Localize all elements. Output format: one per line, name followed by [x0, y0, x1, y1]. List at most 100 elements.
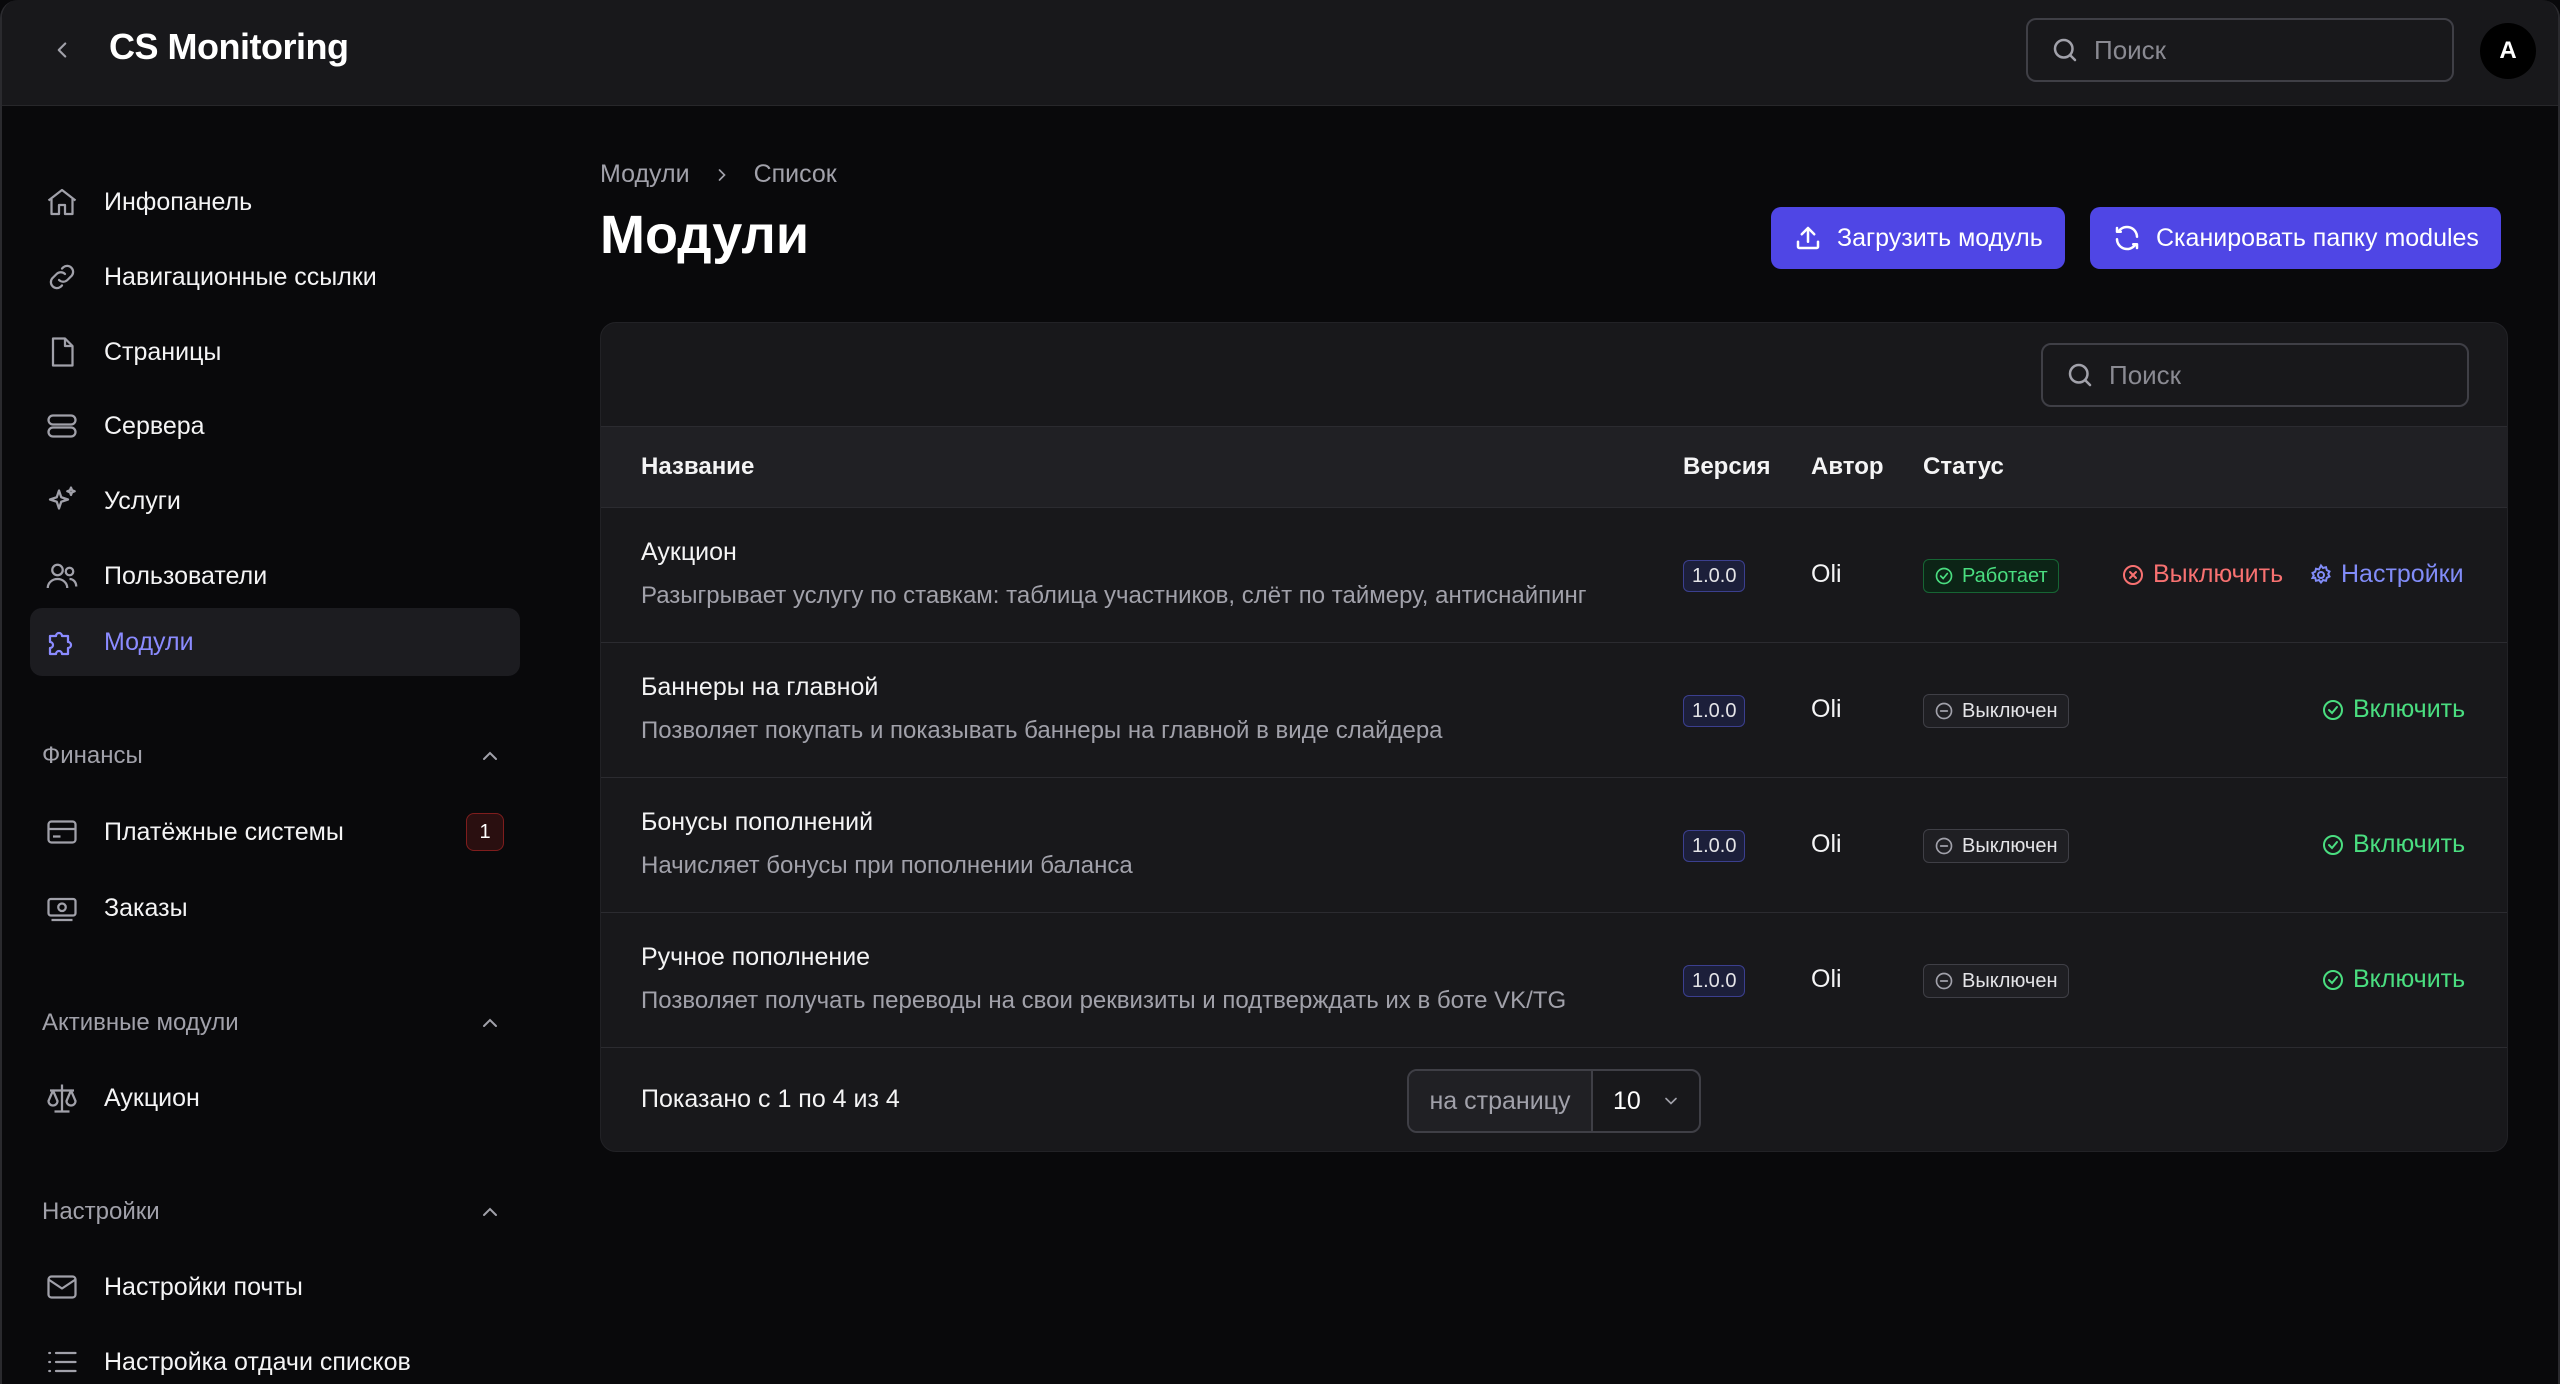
breadcrumb-list: Список: [753, 160, 837, 188]
version-badge: 1.0.0: [1683, 965, 1746, 997]
check-circle-icon: [2321, 833, 2345, 857]
sidebar-item-label: Настройки почты: [104, 1272, 303, 1301]
column-author[interactable]: Автор: [1811, 453, 1884, 481]
scan-modules-button[interactable]: Сканировать папку modules: [2090, 207, 2501, 269]
enable-label: Включить: [2353, 965, 2466, 993]
column-name[interactable]: Название: [641, 453, 754, 481]
module-name: Ручное пополнение: [641, 943, 871, 971]
sidebar-item-label: Пользователи: [104, 561, 268, 590]
version-badge: 1.0.0: [1683, 560, 1746, 592]
sidebar-item-list-settings[interactable]: Настройка отдачи списков: [30, 1328, 520, 1384]
sidebar-item-modules[interactable]: Модули: [30, 608, 520, 676]
sidebar-item-payment-systems[interactable]: Платёжные системы 1: [30, 798, 520, 866]
sidebar-item-mail-settings[interactable]: Настройки почты: [30, 1253, 520, 1321]
status-label: Выключен: [1962, 699, 2058, 722]
module-description: Разыгрывает услугу по ставкам: таблица у…: [641, 582, 1587, 609]
table-search-input[interactable]: [2109, 359, 2429, 391]
per-page-value[interactable]: 10: [1593, 1071, 1699, 1131]
server-icon: [42, 406, 82, 446]
upload-module-button[interactable]: Загрузить модуль: [1771, 207, 2065, 269]
per-page-label: на страницу: [1409, 1071, 1593, 1131]
per-page-number: 10: [1613, 1086, 1641, 1115]
disable-button[interactable]: Выключить: [2121, 560, 2283, 589]
sidebar-item-label: Услуги: [104, 486, 181, 515]
table-row: Аукцион Разыгрывает услугу по ставкам: т…: [601, 508, 2507, 643]
column-status[interactable]: Статус: [1923, 453, 2004, 481]
status-badge: Работает: [1923, 559, 2059, 593]
status-label: Выключен: [1962, 969, 2058, 992]
sidebar-item-label: Сервера: [104, 411, 205, 440]
check-circle-icon: [2321, 968, 2345, 992]
module-author: Oli: [1811, 830, 1842, 858]
list-icon: [42, 1342, 82, 1382]
module-author: Oli: [1811, 560, 1842, 588]
sidebar-item-label: Платёжные системы: [104, 817, 344, 846]
chevron-down-icon: [1661, 1091, 1681, 1111]
check-circle-icon: [1934, 566, 1954, 586]
enable-button[interactable]: Включить: [2321, 830, 2465, 859]
settings-button[interactable]: Настройки: [2309, 560, 2464, 589]
sidebar-item-servers[interactable]: Сервера: [30, 392, 520, 460]
breadcrumb-modules[interactable]: Модули: [600, 160, 690, 189]
top-search-input[interactable]: [2094, 34, 2414, 66]
chevron-left-icon: [57, 42, 67, 58]
avatar[interactable]: A: [2480, 23, 2536, 79]
enable-label: Включить: [2353, 830, 2466, 858]
top-search[interactable]: [2026, 18, 2454, 82]
modules-table-card: Название Версия Автор Статус Аукцион Раз…: [600, 322, 2508, 1152]
chevron-up-icon: [483, 1207, 497, 1216]
module-name: Баннеры на главной: [641, 673, 879, 701]
sidebar-item-services[interactable]: Услуги: [30, 467, 520, 535]
file-icon: [42, 332, 82, 372]
search-icon: [2068, 363, 2092, 387]
per-page-select[interactable]: на страницу 10: [1407, 1069, 1701, 1133]
pagination-summary: Показано с 1 по 4 из 4: [641, 1085, 900, 1113]
enable-label: Включить: [2353, 695, 2466, 723]
sidebar-item-nav-links[interactable]: Навигационные ссылки: [30, 243, 520, 311]
back-button[interactable]: [42, 30, 82, 70]
section-title: Финансы: [42, 742, 143, 769]
module-author: Oli: [1811, 965, 1842, 993]
sidebar-item-label: Страницы: [104, 337, 222, 366]
home-icon: [42, 182, 82, 222]
minus-circle-icon: [1934, 971, 1954, 991]
sidebar-item-pages[interactable]: Страницы: [30, 318, 520, 386]
mail-icon: [42, 1267, 82, 1307]
section-active-modules-toggle[interactable]: Активные модули: [42, 1003, 502, 1043]
app-title: CS Monitoring: [109, 26, 349, 67]
sidebar-item-dashboard[interactable]: Инфопанель: [30, 168, 520, 236]
sidebar-item-orders[interactable]: Заказы: [30, 874, 520, 942]
sidebar-item-label: Модули: [104, 627, 194, 656]
chevron-right-icon: [712, 165, 732, 185]
payment-systems-badge: 1: [466, 813, 504, 851]
enable-button[interactable]: Включить: [2321, 695, 2465, 724]
module-name: Аукцион: [641, 538, 737, 566]
settings-label: Настройки: [2341, 560, 2464, 588]
section-settings-toggle[interactable]: Настройки: [42, 1192, 502, 1232]
upload-module-label: Загрузить модуль: [1837, 223, 2043, 252]
sidebar-item-label: Инфопанель: [104, 187, 253, 216]
table-search[interactable]: [2041, 343, 2469, 407]
puzzle-icon: [42, 622, 82, 662]
top-bar: CS Monitoring A: [2, 0, 2558, 106]
link-icon: [42, 257, 82, 297]
app-window: CS Monitoring A Инфопанель Навигационные…: [0, 0, 2560, 1384]
page-title: Модули: [600, 205, 810, 265]
sidebar-item-auction[interactable]: Аукцион: [30, 1064, 520, 1132]
sidebar-item-label: Аукцион: [104, 1083, 200, 1112]
table-header: Название Версия Автор Статус: [601, 426, 2507, 508]
table-row: Бонусы пополнений Начисляет бонусы при п…: [601, 778, 2507, 913]
banknote-icon: [42, 888, 82, 928]
minus-circle-icon: [1934, 701, 1954, 721]
section-finance-toggle[interactable]: Финансы: [42, 736, 502, 776]
credit-card-icon: [42, 812, 82, 852]
sidebar-item-label: Настройка отдачи списков: [104, 1347, 411, 1376]
sidebar-item-label: Заказы: [104, 893, 188, 922]
sparkles-icon: [42, 481, 82, 521]
version-badge: 1.0.0: [1683, 830, 1746, 862]
module-description: Позволяет получать переводы на свои рекв…: [641, 987, 1567, 1014]
sidebar-item-users[interactable]: Пользователи: [30, 542, 520, 610]
column-version[interactable]: Версия: [1683, 453, 1770, 481]
status-label: Работает: [1962, 564, 2048, 587]
enable-button[interactable]: Включить: [2321, 965, 2465, 994]
